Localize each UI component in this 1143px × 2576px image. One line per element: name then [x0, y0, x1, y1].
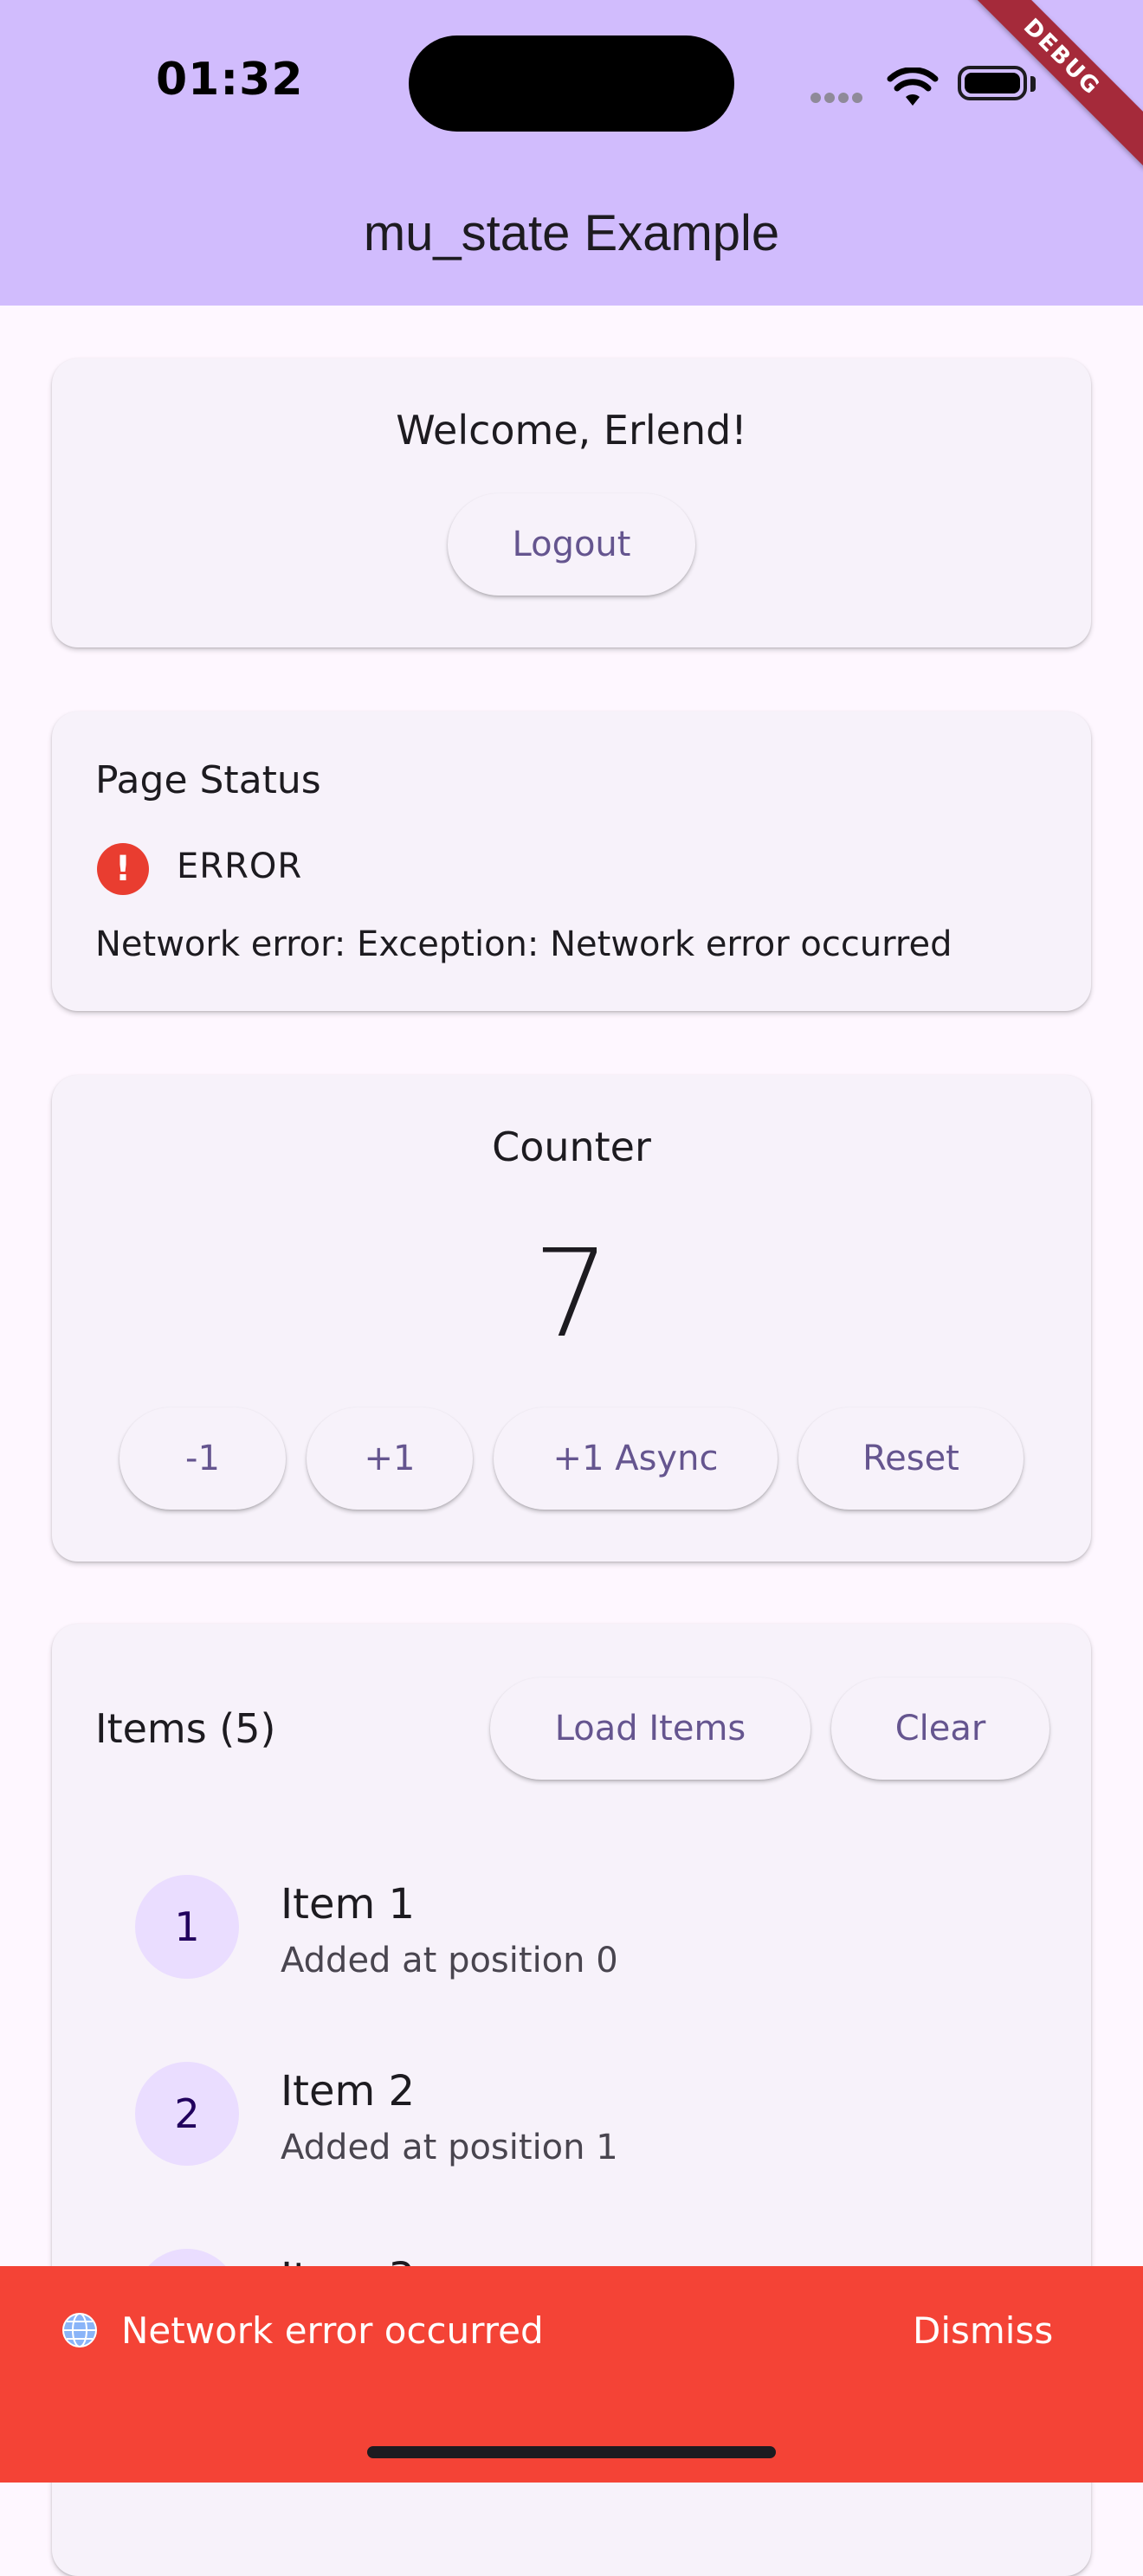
snackbar-message: Network error occurred	[121, 2309, 544, 2352]
battery-tip	[1030, 76, 1036, 92]
load-items-button[interactable]: Load Items	[490, 1678, 810, 1780]
status-badge: ERROR	[177, 847, 303, 886]
counter-value: 7	[533, 1224, 610, 1365]
cellular-signal-icon	[810, 90, 866, 106]
item-avatar: 2	[135, 2062, 239, 2166]
item-subtitle: Added at position 0	[281, 1941, 618, 1980]
item-avatar: 1	[135, 1875, 239, 1979]
battery-icon	[958, 66, 1027, 100]
list-item[interactable]: 2 Item 2 Added at position 1	[52, 2062, 1091, 2235]
error-message: Network error: Exception: Network error …	[95, 924, 953, 964]
item-subtitle: Added at position 1	[281, 2128, 618, 2167]
page-status-title: Page Status	[95, 758, 321, 802]
item-title: Item 1	[281, 1880, 416, 1929]
globe-icon	[62, 2313, 97, 2347]
item-title: Item 2	[281, 2067, 416, 2116]
decrement-button[interactable]: -1	[119, 1407, 286, 1510]
page-status-card: Page Status ! ERROR Network error: Excep…	[52, 712, 1091, 1011]
reset-button[interactable]: Reset	[798, 1407, 1024, 1510]
app-bar: 01:32 DEBUG mu_state Example	[0, 0, 1143, 306]
dynamic-island	[409, 35, 734, 132]
counter-title: Counter	[492, 1124, 651, 1170]
counter-card: Counter 7 -1 +1 +1 Async Reset	[52, 1075, 1091, 1562]
logout-button[interactable]: Logout	[448, 493, 695, 596]
increment-async-button[interactable]: +1 Async	[494, 1407, 778, 1510]
welcome-text: Welcome, Erlend!	[396, 407, 747, 454]
page-title: mu_state Example	[363, 205, 780, 261]
status-time: 01:32	[156, 54, 304, 106]
error-icon: !	[97, 843, 149, 895]
dismiss-button[interactable]: Dismiss	[892, 2301, 1074, 2361]
wifi-icon	[887, 68, 939, 106]
list-item[interactable]: 1 Item 1 Added at position 0	[52, 1875, 1091, 2048]
clear-button[interactable]: Clear	[831, 1678, 1049, 1780]
increment-button[interactable]: +1	[307, 1407, 473, 1510]
items-title: Items (5)	[95, 1705, 276, 1752]
welcome-card: Welcome, Erlend! Logout	[52, 358, 1091, 647]
home-indicator[interactable]	[367, 2446, 776, 2458]
